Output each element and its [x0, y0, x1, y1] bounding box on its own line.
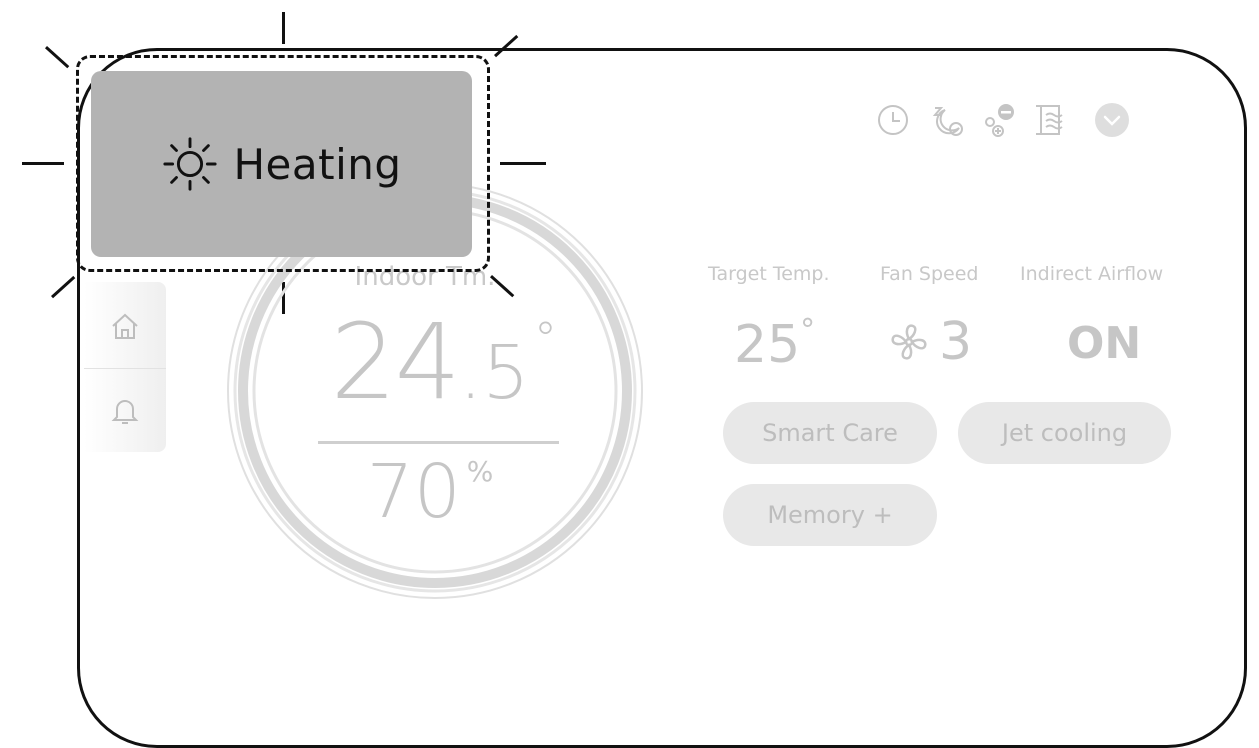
target-temp-number: 25: [734, 315, 801, 375]
vane-button[interactable]: [1032, 100, 1072, 140]
sidebar-item-notifications[interactable]: [84, 368, 166, 453]
target-temp-value[interactable]: 25°: [734, 313, 816, 372]
callout-ray: [51, 275, 76, 299]
mode-button[interactable]: Heating: [91, 71, 472, 257]
temp-integer: 24: [330, 301, 461, 423]
airflow-toggle-button[interactable]: [980, 100, 1020, 140]
humidity: 70%: [300, 455, 560, 529]
indirect-airflow-value[interactable]: ON: [1067, 322, 1141, 366]
vane-icon: [1036, 105, 1063, 135]
sun-icon: [163, 137, 218, 191]
bell-icon: [111, 400, 139, 424]
indirect-airflow-label: Indirect Airflow: [1020, 263, 1164, 285]
humidity-unit: %: [466, 455, 494, 488]
fan-speed-number: 3: [939, 312, 973, 372]
callout-ray: [22, 162, 64, 165]
jet-cooling-button[interactable]: Jet cooling: [958, 402, 1171, 464]
callout-ray: [282, 12, 285, 44]
target-temp-label: Target Temp.: [708, 263, 830, 285]
sleep-timer-button[interactable]: [927, 100, 967, 140]
indoor-temperature: 24.5 °: [280, 310, 580, 414]
sleep-timer-icon: [932, 107, 963, 136]
fan-speed-value[interactable]: 3: [885, 316, 972, 368]
dial-divider: [318, 441, 559, 444]
more-button[interactable]: [1092, 100, 1132, 140]
smart-care-button[interactable]: Smart Care: [723, 402, 937, 464]
callout-ray: [500, 162, 546, 165]
fan-icon: [891, 324, 927, 360]
humidity-value: 70: [366, 449, 461, 535]
home-icon: [112, 313, 138, 339]
sidebar-item-home[interactable]: [84, 284, 166, 368]
airflow-toggle-icon: [985, 104, 1014, 137]
timer-button[interactable]: [873, 100, 913, 140]
temp-decimal: .5: [458, 330, 530, 416]
memory-plus-button[interactable]: Memory +: [723, 484, 937, 546]
chevron-down-icon: [1095, 103, 1129, 137]
callout-ray: [44, 46, 70, 69]
fan-speed-label: Fan Speed: [880, 263, 979, 285]
mode-label: Heating: [233, 139, 402, 189]
target-temp-unit: °: [800, 313, 816, 348]
temp-degree: °: [534, 312, 557, 366]
clock-icon: [878, 105, 908, 135]
